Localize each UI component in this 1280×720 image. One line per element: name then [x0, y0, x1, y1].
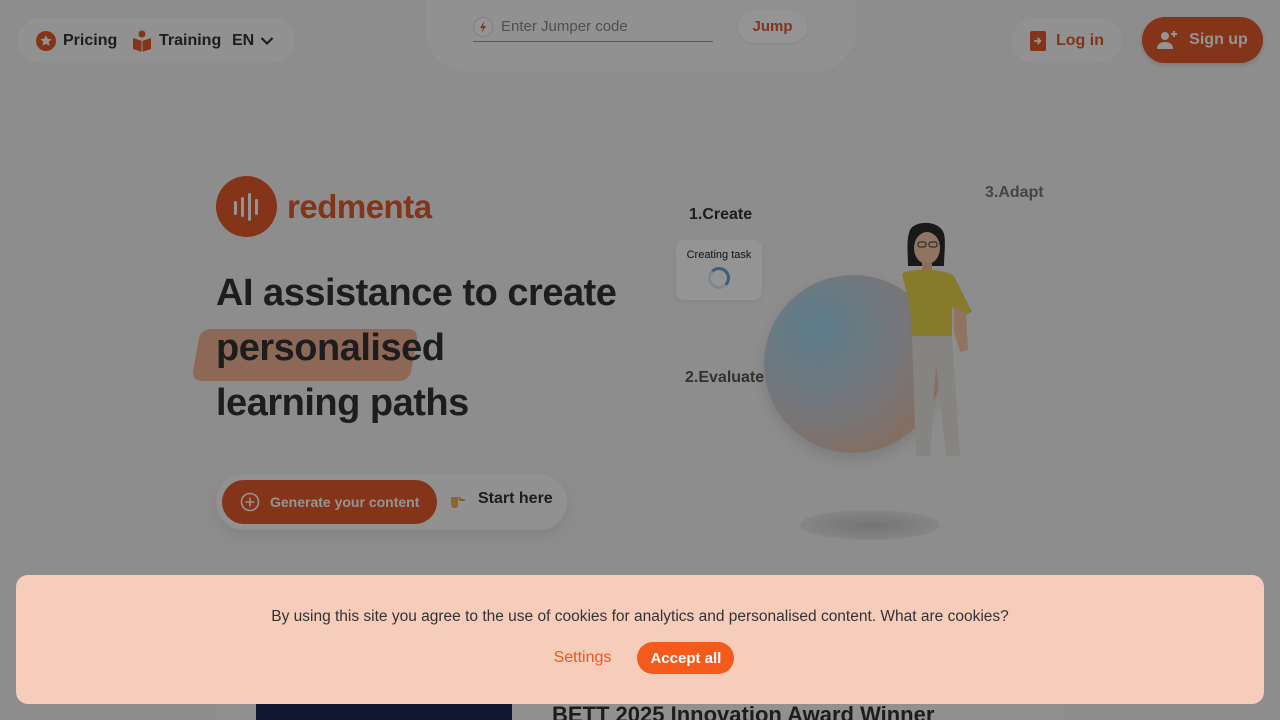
- cookie-actions: Settings Accept all: [546, 642, 735, 674]
- cookie-banner: By using this site you agree to the use …: [16, 575, 1264, 704]
- cookie-message: By using this site you agree to the use …: [271, 608, 1009, 625]
- cookie-settings-button[interactable]: Settings: [546, 649, 620, 667]
- accept-all-button[interactable]: Accept all: [637, 642, 735, 674]
